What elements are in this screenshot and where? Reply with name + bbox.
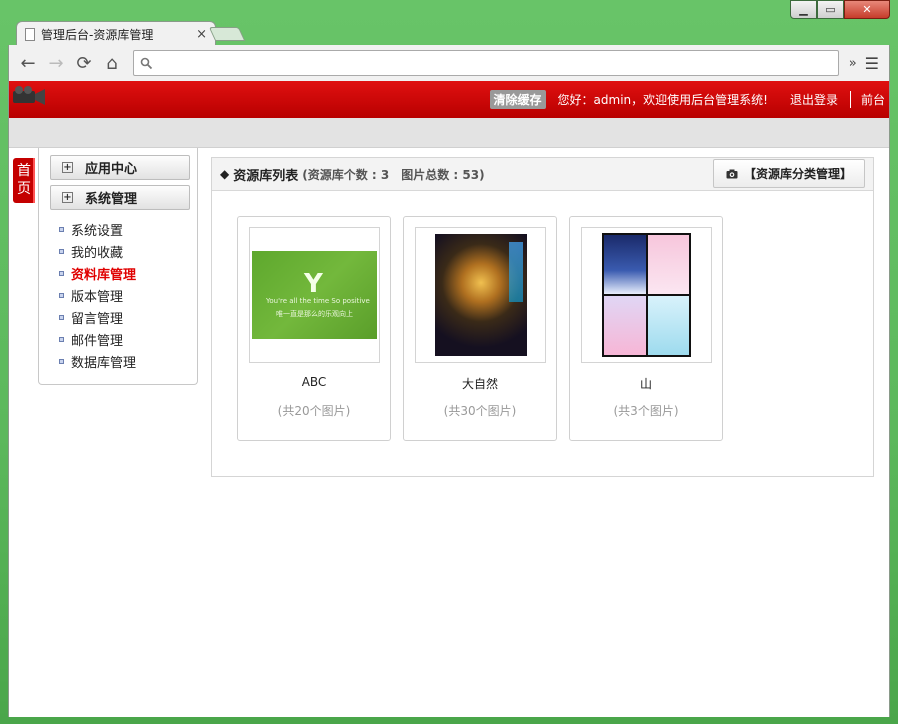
expand-icon: + [62,192,73,203]
thumb-text: 唯一直是那么的乐观向上 [276,310,353,318]
card-name[interactable]: 山 [570,375,722,392]
bullet-icon [59,336,64,342]
greeting-text: 您好：admin，欢迎使用后台管理系统! [557,93,768,107]
card-count: (共3个图片) [613,404,679,418]
window-controls: ▁ ▭ ✕ [790,0,890,20]
bookmarks-overflow-icon[interactable]: » [845,56,861,71]
panel-stats: (资源库个数 : 3 图片总数 : 53) [302,167,485,182]
address-bar[interactable] [133,50,839,76]
bullet-icon [59,270,64,276]
browser-toolbar: ← → ⟳ ⌂ » ☰ [8,45,890,81]
card-thumbnail[interactable]: Y You're all the time So positive 唯一直是那么… [249,227,380,363]
category-manage-button[interactable]: 【资源库分类管理】 [712,159,865,188]
panel-header: ◆ 资源库列表 (资源库个数 : 3 图片总数 : 53) 【资源库分类管理】 [212,158,873,191]
panel-title: 资源库列表 [233,168,299,184]
sidebar-section-system[interactable]: + 系统管理 [50,185,190,210]
card-count: (共30个图片) [443,404,517,418]
thumbnail-image [434,234,527,356]
video-camera-icon [13,86,45,105]
tab-strip: 管理后台-资源库管理 × [8,19,890,46]
sidebar-item-versions[interactable]: 版本管理 [59,284,136,306]
sidebar-item-label: 邮件管理 [71,333,124,349]
bullet-icon [59,292,64,298]
frontend-link[interactable]: 前台 [861,91,885,108]
sidebar-item-label: 系统设置 [71,223,124,239]
page-icon [25,27,35,41]
reload-icon[interactable]: ⟳ [71,50,97,76]
category-button-label: 【资源库分类管理】 [743,167,852,181]
minimize-button[interactable]: ▁ [790,0,817,19]
tab-close-icon[interactable]: × [196,27,207,42]
card-name[interactable]: ABC [238,375,390,389]
sidebar-section-app-center[interactable]: + 应用中心 [50,155,190,180]
tab-title: 管理后台-资源库管理 [41,27,154,42]
bullet-icon [59,314,64,320]
sidebar-item-label: 留言管理 [71,311,124,327]
section-label: 应用中心 [85,162,138,177]
expand-icon: + [62,162,73,173]
sidebar-item-database[interactable]: 数据库管理 [59,350,136,372]
sidebar-item-messages[interactable]: 留言管理 [59,306,136,328]
sidebar-item-favorites[interactable]: 我的收藏 [59,240,136,262]
thumb-text: You're all the time So positive [266,297,370,305]
admin-header: 清除缓存 您好：admin，欢迎使用后台管理系统! 退出登录 前台 [9,81,889,118]
maximize-button[interactable]: ▭ [817,0,844,19]
forward-icon[interactable]: → [43,50,69,76]
sidebar-item-library[interactable]: 资料库管理 [59,262,136,284]
back-icon[interactable]: ← [15,50,41,76]
library-card[interactable]: 大自然 (共30个图片) [403,216,557,441]
sidebar-item-mail[interactable]: 邮件管理 [59,328,136,350]
logout-link[interactable]: 退出登录 [790,91,851,108]
sidebar-item-label: 资料库管理 [71,267,137,283]
sidebar-item-label: 版本管理 [71,289,124,305]
sidebar-item-label: 我的收藏 [71,245,124,261]
card-count: (共20个图片) [277,404,351,418]
camera-icon [726,169,738,178]
home-tab[interactable]: 首页 [13,158,35,203]
menu-icon[interactable]: ☰ [861,54,883,73]
page-viewport: 清除缓存 您好：admin，欢迎使用后台管理系统! 退出登录 前台 首页 + 应… [8,81,890,717]
bullet-icon [59,248,64,254]
bullet-icon [59,226,64,232]
section-label: 系统管理 [85,192,138,207]
thumb-text: Y [304,269,323,299]
library-cards: Y You're all the time So positive 唯一直是那么… [237,216,735,441]
sidebar-menu: 系统设置 我的收藏 资料库管理 版本管理 留言管理 邮件管理 数据库管理 [59,218,136,372]
card-name[interactable]: 大自然 [404,375,556,392]
thumbnail-image: Y You're all the time So positive 唯一直是那么… [252,251,377,339]
new-tab-button[interactable] [208,27,246,41]
card-thumbnail[interactable] [415,227,546,363]
browser-tab[interactable]: 管理后台-资源库管理 × [16,21,216,46]
diamond-icon: ◆ [220,167,230,181]
sub-bar [9,118,889,148]
library-card[interactable]: Y You're all the time So positive 唯一直是那么… [237,216,391,441]
thumbnail-image [602,233,691,357]
sidebar-item-system-settings[interactable]: 系统设置 [59,218,136,240]
card-thumbnail[interactable] [581,227,712,363]
sidebar-item-label: 数据库管理 [71,355,137,371]
resource-panel: ◆ 资源库列表 (资源库个数 : 3 图片总数 : 53) 【资源库分类管理】 … [211,157,874,477]
home-icon[interactable]: ⌂ [99,50,125,76]
sidebar: + 应用中心 + 系统管理 系统设置 我的收藏 资料库管理 版本管理 留言管理 … [38,148,198,385]
close-window-button[interactable]: ✕ [844,0,890,19]
clear-cache-button[interactable]: 清除缓存 [489,90,546,109]
search-icon [140,57,153,69]
library-card[interactable]: 山 (共3个图片) [569,216,723,441]
bullet-icon [59,358,64,364]
